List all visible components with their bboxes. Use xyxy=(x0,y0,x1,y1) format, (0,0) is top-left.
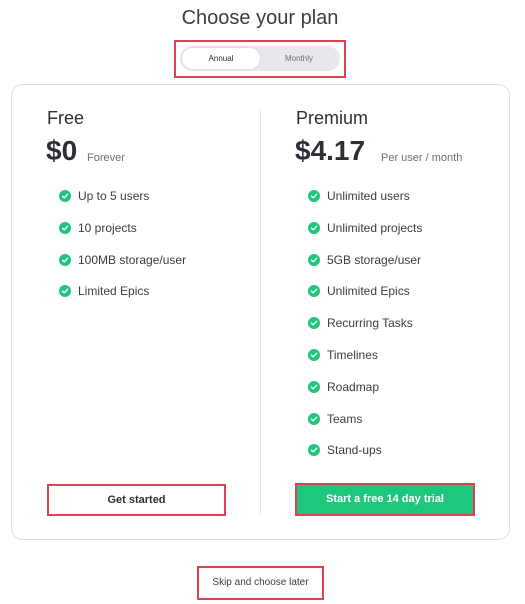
check-icon xyxy=(59,221,71,234)
premium-plan-price-note: Per user / month xyxy=(381,152,463,164)
feature-label: Unlimited projects xyxy=(327,220,423,235)
feature-item: Teams xyxy=(296,411,496,445)
free-plan-price: $0 xyxy=(46,135,78,166)
premium-plan-price: $4.17 xyxy=(295,135,366,166)
feature-item: 5GB storage/user xyxy=(296,252,496,286)
feature-label: Unlimited users xyxy=(327,189,410,203)
feature-item: Up to 5 users xyxy=(47,189,247,222)
feature-label: Up to 5 users xyxy=(78,189,150,203)
feature-item: Unlimited projects xyxy=(296,220,496,254)
feature-item: Limited Epics xyxy=(47,284,247,317)
feature-label: 5GB storage/user xyxy=(327,252,422,267)
page-title: Choose your plan xyxy=(181,7,339,29)
check-icon xyxy=(308,412,320,425)
start-trial-button[interactable]: Start a free 14 day trial xyxy=(295,483,475,516)
check-icon xyxy=(308,317,320,330)
feature-label: Limited Epics xyxy=(78,284,150,299)
check-icon xyxy=(59,190,71,202)
feature-item: 10 projects xyxy=(47,220,247,254)
free-plan-name: Free xyxy=(47,108,85,128)
premium-plan-name: Premium xyxy=(296,108,369,128)
feature-item: Stand-ups xyxy=(296,443,496,476)
premium-feature-list: Unlimited users Unlimited projects 5GB sto… xyxy=(296,189,496,476)
feature-item: Recurring Tasks xyxy=(296,316,496,349)
skip-link[interactable]: Skip and choose later xyxy=(197,566,324,600)
feature-label: Recurring Tasks xyxy=(327,316,413,331)
feature-item: Unlimited Epics xyxy=(296,284,496,317)
feature-label: Teams xyxy=(327,411,363,426)
feature-item: Timelines xyxy=(296,347,496,381)
plans-divider xyxy=(260,110,261,515)
free-feature-list: Up to 5 users 10 projects 100MB storage/us… xyxy=(47,189,247,317)
feature-label: Roadmap xyxy=(327,379,380,394)
billing-toggle[interactable]: Annual Monthly xyxy=(180,46,340,71)
check-icon xyxy=(308,380,320,393)
feature-item: Unlimited users xyxy=(296,189,496,222)
check-icon xyxy=(59,285,71,298)
check-icon xyxy=(308,190,320,202)
check-icon xyxy=(59,253,71,266)
feature-label: Stand-ups xyxy=(327,443,382,458)
free-plan-price-note: Forever xyxy=(87,152,125,164)
check-icon xyxy=(308,253,320,266)
feature-label: Unlimited Epics xyxy=(327,284,410,299)
toggle-monthly[interactable]: Monthly xyxy=(260,48,338,69)
toggle-annual[interactable]: Annual xyxy=(182,48,260,69)
feature-label: Timelines xyxy=(327,347,378,362)
feature-item: Roadmap xyxy=(296,379,496,413)
check-icon xyxy=(308,221,320,234)
feature-label: 100MB storage/user xyxy=(78,252,187,267)
check-icon xyxy=(308,348,320,361)
check-icon xyxy=(308,285,320,298)
check-icon xyxy=(308,444,320,457)
feature-label: 10 projects xyxy=(78,220,137,235)
get-started-button[interactable]: Get started xyxy=(47,484,226,516)
feature-item: 100MB storage/user xyxy=(47,252,247,286)
